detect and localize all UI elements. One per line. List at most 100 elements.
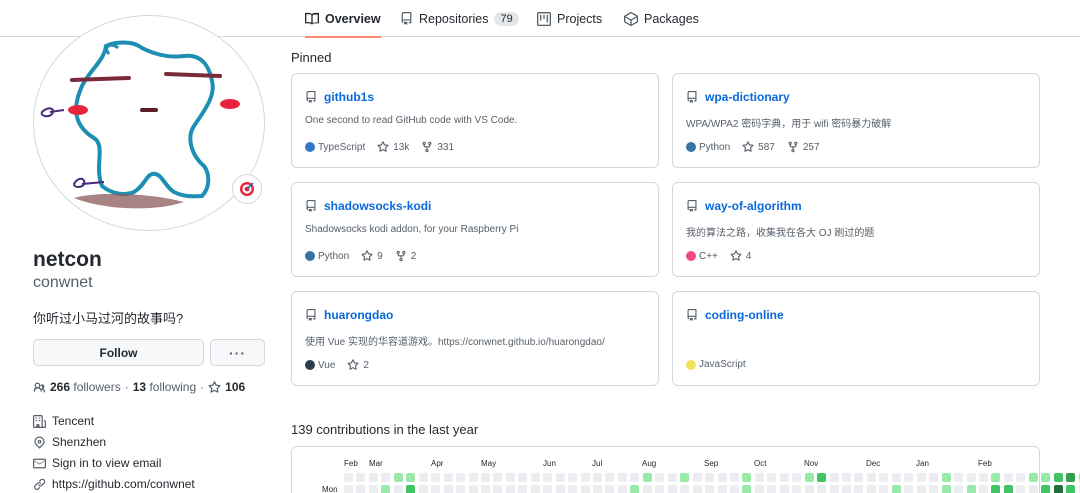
repo-name-link[interactable]: github1s: [324, 90, 374, 104]
contribution-day-cell[interactable]: [904, 485, 914, 493]
repo-forks-link[interactable]: 2: [395, 250, 416, 262]
contribution-day-cell[interactable]: [605, 473, 615, 482]
contribution-day-cell[interactable]: [891, 485, 901, 493]
contribution-day-cell[interactable]: [1041, 473, 1051, 482]
followers-link[interactable]: 266 followers: [33, 380, 121, 394]
contribution-day-cell[interactable]: [829, 473, 839, 482]
contribution-day-cell[interactable]: [518, 485, 528, 493]
contribution-day-cell[interactable]: [1066, 473, 1076, 482]
contribution-day-cell[interactable]: [717, 485, 727, 493]
contribution-day-cell[interactable]: [854, 473, 864, 482]
contribution-day-cell[interactable]: [779, 473, 789, 482]
contribution-day-cell[interactable]: [817, 485, 827, 493]
profile-website[interactable]: https://github.com/conwnet: [33, 477, 195, 491]
contribution-day-cell[interactable]: [729, 473, 739, 482]
profile-email[interactable]: Sign in to view email: [33, 456, 161, 470]
contribution-day-cell[interactable]: [854, 485, 864, 493]
contribution-day-cell[interactable]: [916, 485, 926, 493]
contribution-day-cell[interactable]: [954, 485, 964, 493]
tab-projects[interactable]: Projects: [537, 0, 602, 37]
status-emoji[interactable]: [232, 174, 262, 204]
contribution-day-cell[interactable]: [842, 485, 851, 493]
contribution-day-cell[interactable]: [978, 473, 988, 482]
contribution-day-cell[interactable]: [717, 473, 727, 482]
repo-stars-link[interactable]: 2: [347, 359, 369, 371]
contribution-day-cell[interactable]: [916, 473, 926, 482]
contribution-day-cell[interactable]: [456, 473, 466, 482]
contribution-day-cell[interactable]: [406, 485, 416, 493]
contribution-day-cell[interactable]: [966, 473, 976, 482]
contribution-day-cell[interactable]: [742, 473, 752, 482]
contribution-day-cell[interactable]: [829, 485, 839, 493]
contribution-day-cell[interactable]: [754, 485, 764, 493]
repo-forks-link[interactable]: 257: [787, 141, 820, 153]
contribution-day-cell[interactable]: [381, 473, 391, 482]
contribution-day-cell[interactable]: [991, 485, 1001, 493]
contribution-day-cell[interactable]: [555, 473, 565, 482]
repo-stars-link[interactable]: 587: [742, 141, 775, 153]
contribution-day-cell[interactable]: [655, 485, 665, 493]
following-link[interactable]: 13 following: [133, 380, 196, 394]
contribution-day-cell[interactable]: [431, 473, 441, 482]
contribution-day-cell[interactable]: [991, 473, 1001, 482]
contribution-day-cell[interactable]: [866, 473, 876, 482]
contribution-day-cell[interactable]: [468, 485, 478, 493]
contribution-day-cell[interactable]: [792, 473, 802, 482]
contribution-day-cell[interactable]: [879, 473, 889, 482]
repo-stars-link[interactable]: 13k: [377, 141, 409, 153]
contribution-day-cell[interactable]: [368, 473, 378, 482]
contribution-day-cell[interactable]: [630, 485, 640, 493]
repo-name-link[interactable]: coding-online: [705, 308, 784, 322]
contribution-day-cell[interactable]: [1003, 473, 1013, 482]
repo-name-link[interactable]: shadowsocks-kodi: [324, 199, 431, 213]
contribution-day-cell[interactable]: [729, 485, 739, 493]
stars-link[interactable]: 106: [208, 380, 245, 394]
contribution-day-cell[interactable]: [344, 485, 353, 493]
contribution-day-cell[interactable]: [792, 485, 802, 493]
repo-name-link[interactable]: huarongdao: [324, 308, 393, 322]
contribution-day-cell[interactable]: [505, 473, 515, 482]
contribution-day-cell[interactable]: [667, 473, 677, 482]
contribution-day-cell[interactable]: [381, 485, 391, 493]
contribution-day-cell[interactable]: [456, 485, 466, 493]
contribution-day-cell[interactable]: [493, 485, 503, 493]
contribution-day-cell[interactable]: [480, 473, 490, 482]
contribution-day-cell[interactable]: [891, 473, 901, 482]
contribution-day-cell[interactable]: [929, 473, 939, 482]
contribution-day-cell[interactable]: [543, 473, 553, 482]
contribution-day-cell[interactable]: [705, 473, 715, 482]
contribution-day-cell[interactable]: [356, 485, 366, 493]
contribution-day-cell[interactable]: [617, 485, 627, 493]
contribution-day-cell[interactable]: [368, 485, 378, 493]
contribution-day-cell[interactable]: [630, 473, 640, 482]
contribution-day-cell[interactable]: [680, 485, 690, 493]
contribution-day-cell[interactable]: [1003, 485, 1013, 493]
contribution-day-cell[interactable]: [431, 485, 441, 493]
contribution-day-cell[interactable]: [680, 473, 690, 482]
contribution-day-cell[interactable]: [555, 485, 565, 493]
contribution-day-cell[interactable]: [1066, 485, 1076, 493]
contribution-day-cell[interactable]: [941, 485, 951, 493]
repo-name-link[interactable]: wpa-dictionary: [705, 90, 790, 104]
contribution-day-cell[interactable]: [356, 473, 366, 482]
contribution-day-cell[interactable]: [443, 473, 453, 482]
contribution-day-cell[interactable]: [443, 485, 453, 493]
contribution-day-cell[interactable]: [742, 485, 752, 493]
contribution-day-cell[interactable]: [904, 473, 914, 482]
contribution-day-cell[interactable]: [530, 485, 540, 493]
contribution-day-cell[interactable]: [1016, 473, 1026, 482]
contribution-day-cell[interactable]: [966, 485, 976, 493]
contribution-day-cell[interactable]: [842, 473, 851, 482]
contribution-day-cell[interactable]: [530, 473, 540, 482]
contribution-day-cell[interactable]: [879, 485, 889, 493]
avatar[interactable]: [33, 15, 265, 231]
contribution-day-cell[interactable]: [593, 473, 602, 482]
contribution-day-cell[interactable]: [418, 473, 428, 482]
contribution-day-cell[interactable]: [393, 473, 403, 482]
contribution-day-cell[interactable]: [929, 485, 939, 493]
contribution-day-cell[interactable]: [692, 485, 702, 493]
contribution-day-cell[interactable]: [543, 485, 553, 493]
repo-forks-link[interactable]: 331: [421, 141, 454, 153]
contribution-day-cell[interactable]: [393, 485, 403, 493]
contribution-day-cell[interactable]: [767, 473, 777, 482]
